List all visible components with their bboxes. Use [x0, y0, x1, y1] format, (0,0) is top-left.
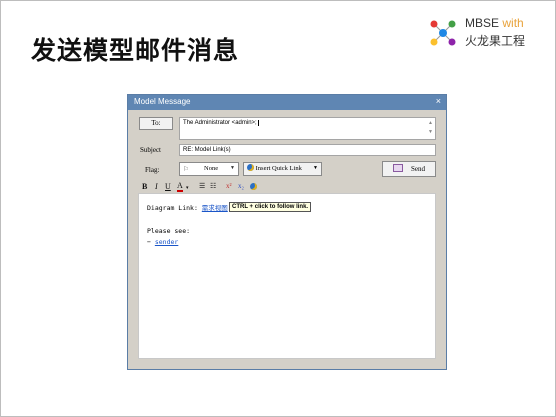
- please-see-text: Please see:: [147, 227, 191, 235]
- scroll-up-icon[interactable]: ▲: [427, 119, 434, 128]
- underline-button[interactable]: U: [165, 182, 171, 191]
- to-button[interactable]: To:: [139, 117, 173, 130]
- model-message-dialog: Model Message × To: The Administrator <a…: [127, 94, 447, 370]
- logo-mbse: MBSE: [465, 16, 500, 30]
- list-bullet: −: [147, 238, 151, 246]
- link-tooltip: CTRL + click to follow link.: [229, 202, 312, 212]
- to-scrollbar[interactable]: ▲ ▼: [427, 119, 434, 138]
- flag-value: None: [204, 165, 219, 172]
- bullet-list-icon[interactable]: ☰: [199, 182, 205, 190]
- logo-with: with: [502, 16, 524, 30]
- flag-label: Flag:: [145, 166, 160, 174]
- diagram-link-label: Diagram Link:: [147, 204, 198, 212]
- to-field[interactable]: The Administrator <admin>; ▲ ▼: [179, 117, 436, 140]
- envelope-icon: [393, 164, 403, 172]
- diagram-link-line: Diagram Link: 需求视图: [147, 202, 228, 212]
- sender-link[interactable]: sender: [155, 238, 178, 246]
- send-label: Send: [411, 165, 425, 173]
- dialog-title: Model Message: [134, 97, 191, 106]
- message-body[interactable]: Diagram Link: 需求视图 CTRL + click to follo…: [138, 193, 436, 359]
- chevron-down-icon: ▼: [230, 166, 235, 171]
- slide-title: 发送模型邮件消息: [31, 36, 240, 65]
- slide: 发送模型邮件消息 MBSE with 火龙果工程 Model Message ×…: [0, 0, 556, 417]
- numbered-list-icon[interactable]: ☷: [210, 182, 216, 190]
- logo-molecule-icon: [430, 20, 456, 46]
- scroll-down-icon[interactable]: ▼: [427, 128, 434, 137]
- subject-field[interactable]: RE: Model Link(s): [179, 144, 436, 156]
- to-value: The Administrator <admin>;: [183, 120, 257, 126]
- subject-label: Subject: [140, 146, 161, 154]
- italic-button[interactable]: I: [155, 182, 158, 191]
- send-button[interactable]: Send: [382, 161, 436, 177]
- logo-text: MBSE with: [465, 16, 524, 30]
- diagram-link[interactable]: 需求视图: [202, 204, 228, 212]
- insert-link-globe-icon[interactable]: [250, 182, 257, 191]
- dialog-titlebar[interactable]: Model Message ×: [128, 95, 446, 110]
- insert-quick-link-button[interactable]: Insert Quick Link ▼: [243, 162, 322, 176]
- flag-icon: ⚐: [183, 166, 189, 173]
- logo: MBSE with 火龙果工程: [425, 15, 549, 51]
- globe-icon: [247, 164, 254, 171]
- chevron-down-icon: ▼: [313, 166, 318, 171]
- flag-dropdown[interactable]: ⚐ None ▼: [179, 162, 239, 176]
- close-button[interactable]: ×: [436, 96, 441, 106]
- superscript-icon[interactable]: x²: [226, 182, 232, 190]
- bold-button[interactable]: B: [142, 182, 147, 191]
- chevron-down-icon[interactable]: ▾: [186, 185, 189, 191]
- logo-subtitle: 火龙果工程: [465, 34, 526, 48]
- subscript-icon[interactable]: x₂: [238, 182, 244, 190]
- list-item: − sender: [147, 238, 178, 246]
- insert-quick-link-label: Insert Quick Link: [255, 165, 302, 172]
- font-color-button[interactable]: A: [177, 182, 183, 192]
